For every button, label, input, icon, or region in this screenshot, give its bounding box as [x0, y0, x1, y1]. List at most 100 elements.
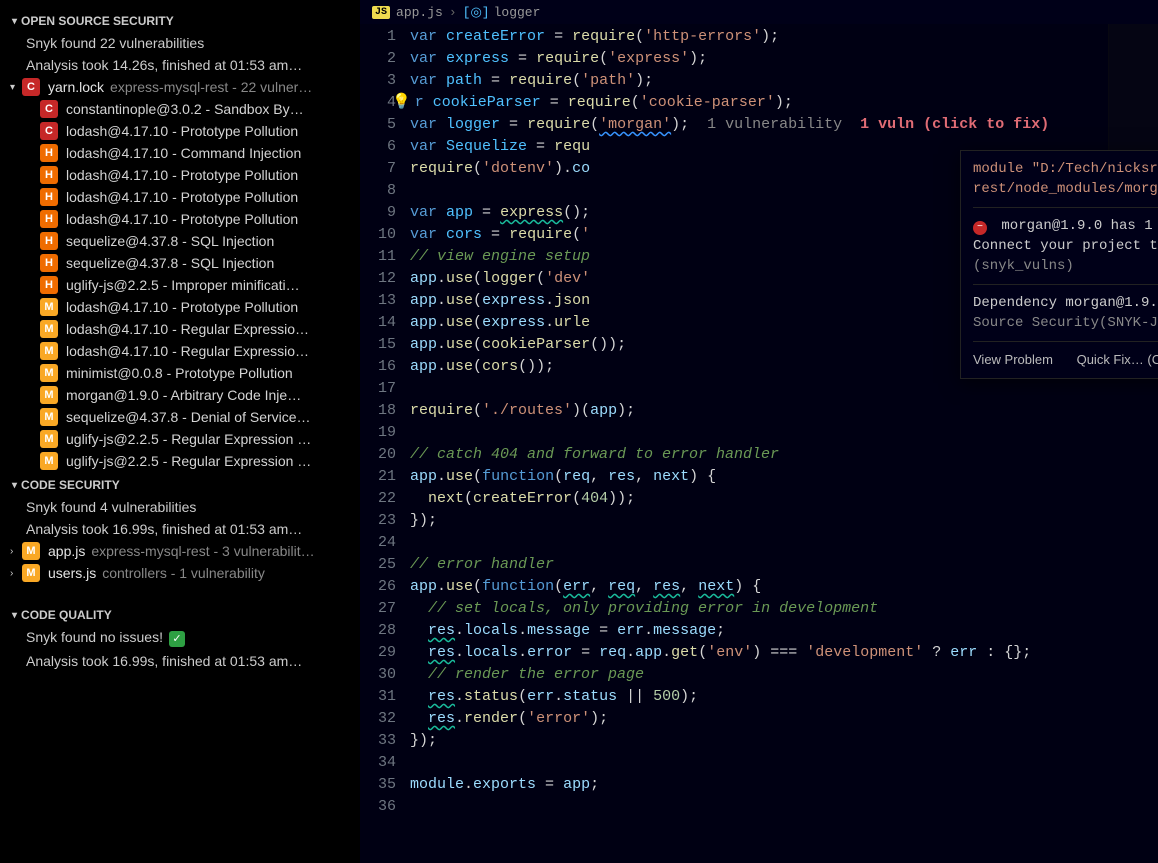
vuln-row[interactable]: Hlodash@4.17.10 - Command Injection: [4, 142, 356, 164]
quick-fix-action[interactable]: Quick Fix… (Ctrl+.): [1077, 352, 1158, 367]
severity-badge: M: [40, 298, 58, 316]
hover-body: Connect your project to Snyk to find and…: [973, 236, 1158, 276]
quality-summary: Snyk found no issues!✓: [4, 626, 356, 650]
quality-section-header[interactable]: ▾ CODE QUALITY: [4, 604, 356, 626]
vuln-row[interactable]: Muglify-js@2.2.5 - Regular Expression …: [4, 428, 356, 450]
codesec-section-header[interactable]: ▾ CODE SECURITY: [4, 474, 356, 496]
vuln-label: uglify-js@2.2.5 - Improper minificati…: [66, 277, 300, 293]
hover-dependency: Dependency morgan@1.9.0 has 1 medium vul…: [973, 293, 1158, 313]
severity-badge: M: [40, 364, 58, 382]
codesec-title: CODE SECURITY: [21, 478, 120, 492]
hover-module-path: module "D:/Tech/nicksrj/express-mysql-re…: [973, 159, 1158, 199]
chevron-right-icon: ›: [10, 546, 20, 557]
js-file-icon: JS: [372, 6, 390, 19]
oss-section-header[interactable]: ▾ OPEN SOURCE SECURITY: [4, 10, 356, 32]
vuln-label: lodash@4.17.10 - Regular Expressio…: [66, 321, 309, 337]
severity-badge: M: [22, 564, 40, 582]
file-meta: controllers - 1 vulnerability: [102, 565, 265, 581]
vuln-row[interactable]: Mlodash@4.17.10 - Prototype Pollution: [4, 296, 356, 318]
vuln-label: sequelize@4.37.8 - SQL Injection: [66, 255, 274, 271]
vuln-row[interactable]: Hsequelize@4.37.8 - SQL Injection: [4, 252, 356, 274]
oss-timing: Analysis took 14.26s, finished at 01:53 …: [4, 54, 356, 76]
severity-badge: H: [40, 166, 58, 184]
vuln-label: lodash@4.17.10 - Prototype Pollution: [66, 299, 298, 315]
codesec-file-row[interactable]: ›Mapp.js express-mysql-rest - 3 vulnerabi…: [4, 540, 356, 562]
severity-badge: M: [40, 342, 58, 360]
severity-badge: H: [40, 210, 58, 228]
breadcrumb-symbol: logger: [494, 5, 541, 20]
vuln-label: minimist@0.0.8 - Prototype Pollution: [66, 365, 293, 381]
chevron-down-icon: ▾: [12, 610, 17, 621]
vuln-label: uglify-js@2.2.5 - Regular Expression …: [66, 431, 311, 447]
severity-badge: M: [40, 452, 58, 470]
oss-file-row[interactable]: ▾ C yarn.lock express-mysql-rest - 22 vu…: [4, 76, 356, 98]
file-meta: express-mysql-rest - 3 vulnerabilit…: [91, 543, 314, 559]
hover-headline: − morgan@1.9.0 has 1 vulns: [973, 216, 1158, 236]
severity-badge: M: [40, 386, 58, 404]
severity-badge: M: [22, 542, 40, 560]
codesec-timing: Analysis took 16.99s, finished at 01:53 …: [4, 518, 356, 540]
vuln-row[interactable]: Hlodash@4.17.10 - Prototype Pollution: [4, 164, 356, 186]
breadcrumb-file: app.js: [396, 5, 443, 20]
severity-badge: H: [40, 276, 58, 294]
vuln-row[interactable]: Clodash@4.17.10 - Prototype Pollution: [4, 120, 356, 142]
oss-summary: Snyk found 22 vulnerabilities: [4, 32, 356, 54]
view-problem-action[interactable]: View Problem: [973, 352, 1053, 367]
check-icon: ✓: [169, 631, 185, 647]
vuln-label: uglify-js@2.2.5 - Regular Expression …: [66, 453, 311, 469]
code-editor[interactable]: JS app.js › [◎] logger 12345678910111213…: [360, 0, 1158, 863]
breadcrumb[interactable]: JS app.js › [◎] logger: [360, 0, 1158, 24]
chevron-right-icon: ›: [449, 5, 457, 20]
severity-badge: M: [40, 408, 58, 426]
chevron-down-icon: ▾: [12, 16, 17, 27]
severity-badge: H: [40, 188, 58, 206]
severity-badge: M: [40, 430, 58, 448]
file-name: app.js: [48, 543, 85, 559]
vuln-row[interactable]: Hlodash@4.17.10 - Prototype Pollution: [4, 186, 356, 208]
vuln-label: lodash@4.17.10 - Prototype Pollution: [66, 189, 298, 205]
vuln-label: constantinople@3.0.2 - Sandbox By…: [66, 101, 304, 117]
vuln-row[interactable]: Hsequelize@4.37.8 - SQL Injection: [4, 230, 356, 252]
severity-badge: C: [22, 78, 40, 96]
stop-icon: −: [973, 221, 987, 235]
vuln-label: lodash@4.17.10 - Prototype Pollution: [66, 123, 298, 139]
codesec-summary: Snyk found 4 vulnerabilities: [4, 496, 356, 518]
vuln-row[interactable]: Muglify-js@2.2.5 - Regular Expression …: [4, 450, 356, 472]
severity-badge: H: [40, 254, 58, 272]
severity-badge: C: [40, 100, 58, 118]
chevron-down-icon: ▾: [12, 480, 17, 491]
severity-badge: H: [40, 144, 58, 162]
severity-badge: M: [40, 320, 58, 338]
vuln-row[interactable]: Huglify-js@2.2.5 - Improper minificati…: [4, 274, 356, 296]
file-name: yarn.lock: [48, 79, 104, 95]
vuln-label: lodash@4.17.10 - Prototype Pollution: [66, 167, 298, 183]
vuln-row[interactable]: Cconstantinople@3.0.2 - Sandbox By…: [4, 98, 356, 120]
hover-actions: View Problem Quick Fix… (Ctrl+.): [973, 350, 1158, 370]
vuln-label: lodash@4.17.10 - Regular Expressio…: [66, 343, 309, 359]
symbol-icon: [◎]: [463, 5, 490, 20]
chevron-right-icon: ›: [10, 568, 20, 579]
vuln-label: morgan@1.9.0 - Arbitrary Code Inje…: [66, 387, 301, 403]
quality-title: CODE QUALITY: [21, 608, 112, 622]
vuln-label: lodash@4.17.10 - Command Injection: [66, 145, 301, 161]
vuln-row[interactable]: Msequelize@4.37.8 - Denial of Service…: [4, 406, 356, 428]
vuln-label: sequelize@4.37.8 - SQL Injection: [66, 233, 274, 249]
severity-badge: C: [40, 122, 58, 140]
vuln-row[interactable]: Hlodash@4.17.10 - Prototype Pollution: [4, 208, 356, 230]
vuln-label: lodash@4.17.10 - Prototype Pollution: [66, 211, 298, 227]
vuln-row[interactable]: Mlodash@4.17.10 - Regular Expressio…: [4, 340, 356, 362]
chevron-down-icon: ▾: [10, 82, 20, 93]
file-meta: express-mysql-rest - 22 vulner…: [110, 79, 312, 95]
code-content[interactable]: var createError = require('http-errors')…: [410, 24, 1049, 820]
severity-badge: H: [40, 232, 58, 250]
quality-timing: Analysis took 16.99s, finished at 01:53 …: [4, 650, 356, 672]
line-number-gutter: 1234567891011121314151617181920212223242…: [360, 24, 410, 820]
vuln-row[interactable]: Mminimist@0.0.8 - Prototype Pollution: [4, 362, 356, 384]
oss-title: OPEN SOURCE SECURITY: [21, 14, 174, 28]
codesec-file-row[interactable]: ›Musers.js controllers - 1 vulnerability: [4, 562, 356, 584]
vuln-label: sequelize@4.37.8 - Denial of Service…: [66, 409, 311, 425]
vuln-row[interactable]: Mlodash@4.17.10 - Regular Expressio…: [4, 318, 356, 340]
file-name: users.js: [48, 565, 96, 581]
vuln-row[interactable]: Mmorgan@1.9.0 - Arbitrary Code Inje…: [4, 384, 356, 406]
hover-id: Source Security(SNYK-JS-MORGAN-72579): [973, 313, 1158, 333]
